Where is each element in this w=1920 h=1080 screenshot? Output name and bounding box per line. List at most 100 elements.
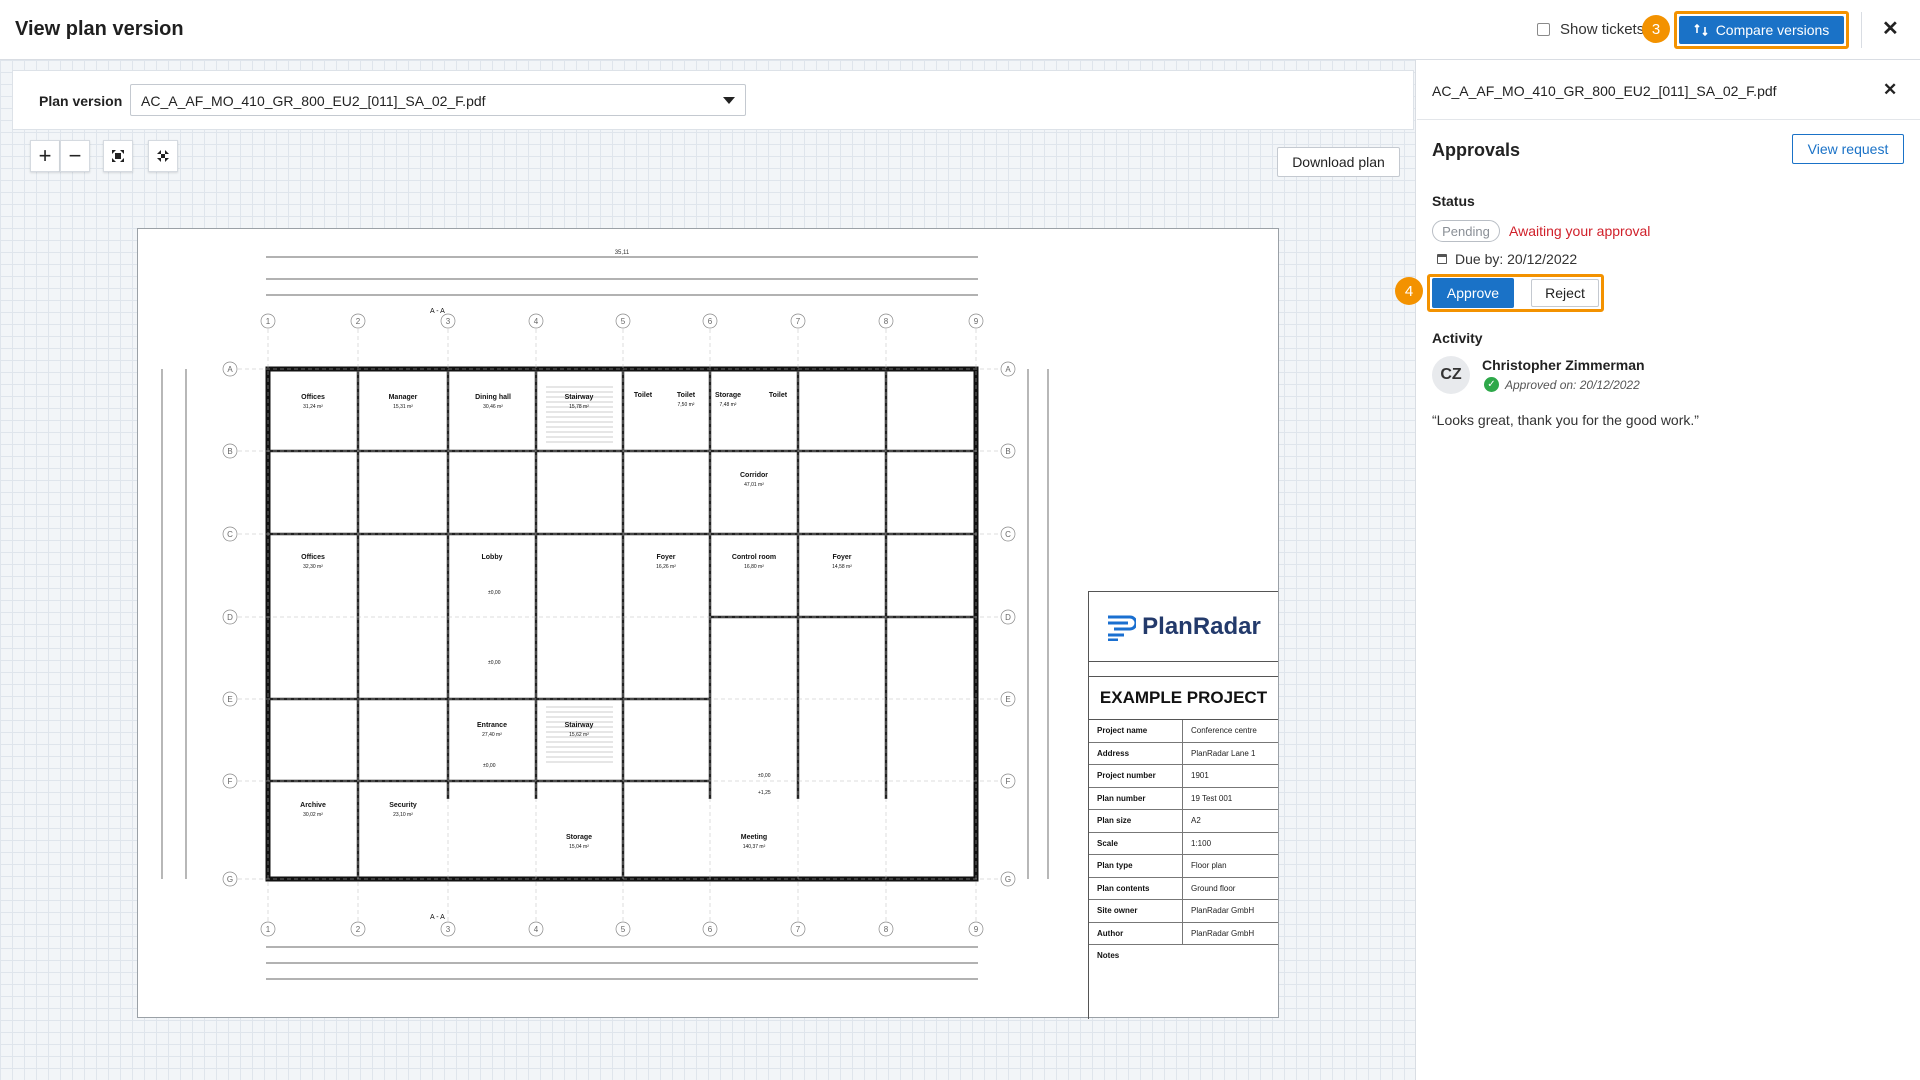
activity-label: Activity	[1432, 330, 1483, 346]
approve-button[interactable]: Approve	[1432, 278, 1514, 308]
svg-text:Manager: Manager	[389, 394, 418, 401]
title-block-row: Project number 1901	[1089, 765, 1278, 788]
svg-text:1: 1	[266, 317, 271, 326]
activity-user-name: Christopher Zimmerman	[1482, 357, 1645, 373]
calendar-icon	[1437, 254, 1447, 264]
svg-text:Corridor: Corridor	[740, 472, 768, 479]
show-tickets-label: Show tickets	[1560, 21, 1645, 38]
title-block-value: Conference centre	[1191, 726, 1257, 735]
svg-text:1: 1	[266, 925, 271, 934]
svg-text:E: E	[1005, 695, 1010, 704]
svg-text:Storage: Storage	[566, 834, 592, 841]
svg-text:C: C	[227, 530, 233, 539]
collapse-icon	[157, 150, 169, 162]
close-icon[interactable]: ✕	[1882, 19, 1899, 39]
svg-text:Entrance: Entrance	[477, 722, 507, 729]
title-block-row: Author PlanRadar GmbH	[1089, 922, 1278, 945]
status-badge: Pending	[1432, 220, 1500, 242]
svg-text:Control room: Control room	[732, 554, 776, 561]
view-request-button[interactable]: View request	[1792, 134, 1904, 164]
plan-version-value: AC_A_AF_MO_410_GR_800_EU2_[011]_SA_02_F.…	[141, 93, 486, 109]
svg-text:7,50 m²: 7,50 m²	[678, 402, 695, 408]
notes-label: Notes	[1097, 951, 1120, 960]
svg-text:Foyer: Foyer	[656, 554, 675, 561]
room-label: Foyer 14,58 m²	[832, 554, 852, 570]
due-date: Due by: 20/12/2022	[1437, 251, 1577, 267]
svg-text:5: 5	[621, 317, 626, 326]
title-block-value: 1:100	[1191, 838, 1212, 848]
svg-text:4: 4	[534, 925, 539, 934]
svg-text:15,78 m²: 15,78 m²	[569, 404, 589, 410]
grid-bubble-right: D	[1000, 609, 1016, 625]
title-block: PlanRadar EXAMPLE PROJECT Project name Co…	[1088, 591, 1278, 1019]
close-panel-icon[interactable]: ✕	[1883, 81, 1897, 98]
title-block-key: Address	[1089, 742, 1183, 764]
plan-canvas[interactable]: Plan version AC_A_AF_MO_410_GR_800_EU2_[…	[0, 60, 1416, 1080]
room-label: Meeting 140,37 m²	[741, 834, 767, 850]
svg-text:14,58 m²: 14,58 m²	[832, 564, 852, 570]
compare-icon	[1694, 23, 1708, 37]
svg-text:G: G	[227, 875, 233, 884]
grid-bubble-top: 2	[350, 313, 366, 329]
svg-text:3: 3	[446, 317, 451, 326]
svg-text:Offices: Offices	[301, 394, 325, 401]
zoom-in-button[interactable]: +	[30, 140, 60, 172]
grid-bubble-top: 4	[528, 313, 544, 329]
svg-text:6: 6	[708, 317, 713, 326]
grid-bubble-top: 8	[878, 313, 894, 329]
check-circle-icon: ✓	[1484, 377, 1499, 392]
svg-text:B: B	[227, 447, 232, 456]
section-label: A - A	[430, 914, 445, 921]
room-label: Toilet	[634, 392, 653, 399]
show-tickets-checkbox[interactable]	[1537, 23, 1550, 36]
svg-text:A: A	[1005, 365, 1011, 374]
svg-text:Meeting: Meeting	[741, 834, 767, 841]
svg-text:Stairway: Stairway	[565, 394, 594, 401]
svg-text:5: 5	[621, 925, 626, 934]
fit-to-screen-button[interactable]	[103, 140, 133, 172]
svg-text:B: B	[1005, 447, 1010, 456]
level-marker: ±0,00	[758, 773, 771, 779]
title-block-rows: Project name Conference centre Address Plan…	[1089, 720, 1278, 945]
room-label: Lobby	[482, 554, 503, 561]
logo-text: PlanRadar	[1142, 612, 1261, 640]
grid-bubble-bottom: 5	[615, 921, 631, 937]
title-block-row: Site owner PlanRadar GmbH	[1089, 900, 1278, 923]
avatar: CZ	[1432, 356, 1470, 394]
svg-text:A: A	[227, 365, 233, 374]
show-tickets-toggle[interactable]: Show tickets	[1537, 21, 1644, 38]
svg-text:7: 7	[796, 317, 801, 326]
title-block-row: Plan number 19 Test 001	[1089, 787, 1278, 810]
grid-bubble-bottom: 6	[702, 921, 718, 937]
title-block-row: Scale 1:100	[1089, 832, 1278, 855]
title-block-value: Ground floor	[1191, 883, 1236, 893]
title-block-value: A2	[1191, 816, 1201, 825]
svg-text:15,62 m²: 15,62 m²	[569, 732, 589, 738]
zoom-out-button[interactable]: −	[60, 140, 90, 172]
room-label: Offices 31,24 m²	[301, 394, 325, 410]
grid-bubble-left: C	[222, 526, 238, 542]
grid-bubble-top: 6	[702, 313, 718, 329]
level-marker: ±0,00	[483, 763, 496, 769]
top-dimension: 35,11	[615, 250, 630, 256]
title-block-key: Plan contents	[1089, 877, 1183, 899]
svg-text:4: 4	[534, 317, 539, 326]
svg-text:8: 8	[884, 317, 889, 326]
plan-version-select[interactable]: AC_A_AF_MO_410_GR_800_EU2_[011]_SA_02_F.…	[130, 84, 746, 116]
collapse-button[interactable]	[148, 140, 178, 172]
svg-text:7: 7	[796, 925, 801, 934]
grid-bubble-right: F	[1000, 773, 1016, 789]
grid-bubble-left: G	[222, 871, 238, 887]
title-block-key: Site owner	[1089, 900, 1183, 922]
room-label: Corridor 47,01 m²	[740, 472, 768, 488]
room-label: Manager 15,31 m²	[389, 394, 418, 410]
download-plan-button[interactable]: Download plan	[1277, 147, 1400, 177]
title-block-value: 1901	[1191, 771, 1209, 780]
grid-bubble-bottom: 2	[350, 921, 366, 937]
grid-bubble-bottom: 8	[878, 921, 894, 937]
reject-button[interactable]: Reject	[1531, 279, 1599, 307]
svg-text:G: G	[1005, 875, 1011, 884]
title-block-value: 19 Test 001	[1191, 793, 1233, 803]
compare-versions-button[interactable]: Compare versions	[1679, 16, 1844, 44]
title-block-row: Plan size A2	[1089, 810, 1278, 833]
